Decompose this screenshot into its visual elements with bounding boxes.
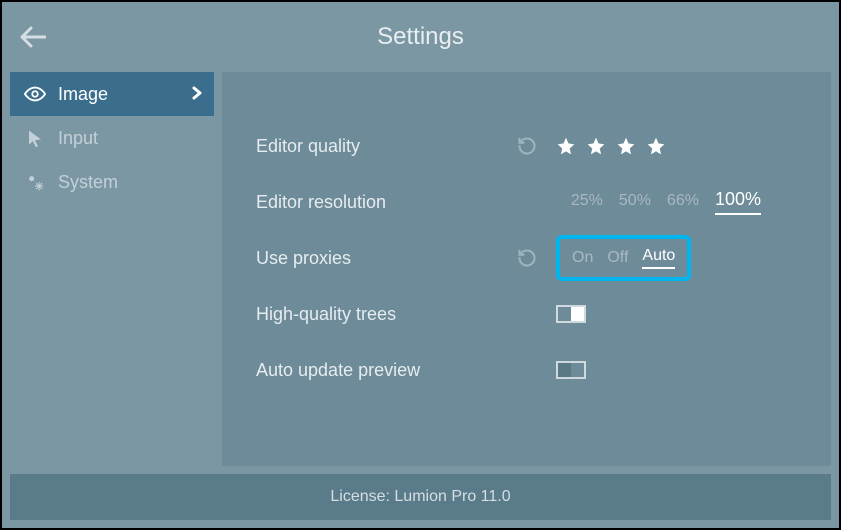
row-use-proxies: Use proxies On Off Auto [256,230,771,286]
resolution-option-25[interactable]: 25% [571,192,603,210]
use-proxies-label: Use proxies [256,248,516,269]
gears-icon [24,171,46,193]
settings-panel: Editor quality Editor resolution [222,72,831,466]
eye-icon [24,83,46,105]
editor-resolution-options: 25% 50% 66% 100% [571,189,761,215]
editor-quality-label: Editor quality [256,136,516,157]
reset-use-proxies-button[interactable] [516,247,538,269]
row-editor-quality: Editor quality [256,118,771,174]
back-arrow-icon [20,26,46,48]
proxy-option-auto[interactable]: Auto [642,247,675,269]
back-button[interactable] [20,26,46,53]
footer: License: Lumion Pro 11.0 [10,474,831,520]
sidebar-item-label: Input [58,128,98,149]
cursor-icon [24,127,46,149]
editor-resolution-label: Editor resolution [256,192,516,213]
proxy-option-off[interactable]: Off [607,249,628,267]
sidebar-item-system[interactable]: System [10,160,214,204]
sidebar: Image Input System [10,72,214,466]
row-auto-update: Auto update preview [256,342,771,398]
star-3[interactable] [616,136,636,156]
hq-trees-toggle[interactable] [556,305,586,323]
auto-update-toggle[interactable] [556,361,586,379]
editor-quality-stars [556,136,666,156]
toggle-knob [571,307,584,321]
star-4[interactable] [646,136,666,156]
row-editor-resolution: Editor resolution 25% 50% 66% 100% [256,174,771,230]
auto-update-label: Auto update preview [256,360,516,381]
star-2[interactable] [586,136,606,156]
sidebar-item-label: System [58,172,118,193]
sidebar-item-label: Image [58,84,108,105]
undo-icon [517,136,537,156]
undo-icon [517,248,537,268]
reset-editor-quality-button[interactable] [516,135,538,157]
proxy-option-on[interactable]: On [572,249,593,267]
chevron-right-icon [192,84,202,105]
star-1[interactable] [556,136,576,156]
body: Image Input System Editor qualit [2,72,839,466]
sidebar-item-input[interactable]: Input [10,116,214,160]
header: Settings [2,2,839,72]
toggle-knob [558,363,571,377]
use-proxies-options: On Off Auto [556,235,691,281]
license-text: License: Lumion Pro 11.0 [330,488,510,506]
page-title: Settings [2,23,839,51]
hq-trees-label: High-quality trees [256,304,516,325]
sidebar-item-image[interactable]: Image [10,72,214,116]
resolution-option-66[interactable]: 66% [667,192,699,210]
settings-window: Settings Image Input [2,2,839,528]
row-hq-trees: High-quality trees [256,286,771,342]
resolution-option-100[interactable]: 100% [715,189,761,215]
resolution-option-50[interactable]: 50% [619,192,651,210]
